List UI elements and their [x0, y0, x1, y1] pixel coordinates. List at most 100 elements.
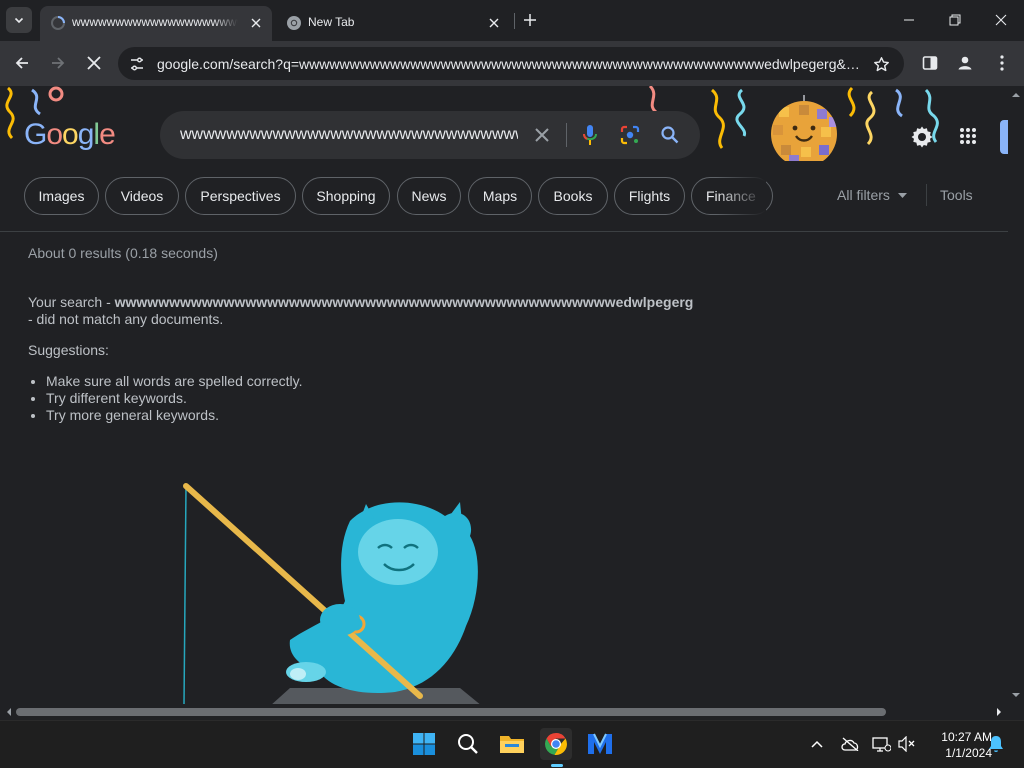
- new-tab-button[interactable]: [520, 10, 540, 30]
- file-explorer-icon: [500, 736, 524, 753]
- taskbar-clock[interactable]: 10:27 AM 1/1/2024: [918, 729, 992, 761]
- close-window-button[interactable]: [989, 8, 1013, 32]
- suggestions-title: Suggestions:: [28, 342, 109, 358]
- bookmark-star-button[interactable]: [870, 53, 892, 75]
- header-divider: [0, 231, 1008, 232]
- profile-icon: [958, 56, 972, 70]
- stop-loading-button[interactable]: [81, 50, 107, 76]
- scroll-down-arrow-icon[interactable]: [1008, 688, 1024, 702]
- chip-shopping[interactable]: Shopping: [302, 177, 390, 215]
- scroll-up-arrow-icon[interactable]: [1008, 88, 1024, 102]
- volume-muted-icon: [898, 736, 915, 752]
- clock-time: 10:27 AM: [941, 730, 992, 744]
- site-settings-icon[interactable]: [128, 55, 146, 73]
- chip-maps[interactable]: Maps: [468, 177, 532, 215]
- logo-letter: e: [99, 118, 116, 151]
- arrow-right-icon: [52, 57, 65, 69]
- suggestion-item: Try more general keywords.: [46, 407, 303, 424]
- tab-title: wwwwwwwwwwwwwwwwwwwwwwwwwwwwwwwwwwwwwwww…: [72, 15, 238, 29]
- tools-button[interactable]: Tools: [940, 187, 973, 203]
- search-input[interactable]: wwwwwwwwwwwwwwwwwwwwwwwwwwwwwwwwwwwwwwww…: [180, 126, 518, 144]
- restore-button[interactable]: [943, 8, 967, 32]
- restore-icon: [949, 14, 961, 26]
- browser-toolbar: google.com/search?q=wwwwwwwwwwwwwwwwwwww…: [0, 41, 1024, 86]
- chip-perspectives[interactable]: Perspectives: [185, 177, 296, 215]
- logo-letter: o: [46, 118, 63, 151]
- address-bar[interactable]: google.com/search?q=wwwwwwwwwwwwwwwwwwww…: [118, 47, 904, 80]
- disco-ball-doodle[interactable]: [771, 95, 837, 161]
- tab-active[interactable]: wwwwwwwwwwwwwwwwwwwwwwwwwwwwwwwwwwwwwwww…: [40, 6, 272, 41]
- horizontal-scroll-thumb[interactable]: [16, 708, 886, 716]
- result-stats: About 0 results (0.18 seconds): [28, 245, 218, 261]
- url-text[interactable]: google.com/search?q=wwwwwwwwwwwwwwwwwwww…: [157, 56, 862, 72]
- notifications-button[interactable]: [985, 733, 1007, 755]
- vertical-scrollbar[interactable]: [1008, 86, 1024, 704]
- no-results-message: Your search - wwwwwwwwwwwwwwwwwwwwwwwwww…: [28, 294, 698, 328]
- profile-button[interactable]: [952, 50, 978, 76]
- loading-spinner-icon: [50, 15, 66, 31]
- start-button[interactable]: [408, 728, 440, 760]
- settings-button[interactable]: [908, 123, 936, 151]
- search-icon: [661, 126, 679, 144]
- suggestion-item: Make sure all words are spelled correctl…: [46, 373, 303, 390]
- more-vertical-icon: [1000, 55, 1004, 71]
- scroll-right-arrow-icon[interactable]: [992, 704, 1006, 720]
- all-filters-button[interactable]: All filters: [837, 187, 907, 203]
- chip-images[interactable]: Images: [24, 177, 99, 215]
- chevron-down-icon: [14, 17, 24, 24]
- windows-taskbar: 10:27 AM 1/1/2024: [0, 720, 1024, 768]
- network-tray-button[interactable]: [870, 733, 892, 755]
- horizontal-scrollbar[interactable]: [0, 704, 1008, 720]
- google-logo[interactable]: Google: [24, 118, 116, 152]
- suggestions-list: Make sure all words are spelled correctl…: [46, 373, 303, 424]
- back-button[interactable]: [9, 50, 35, 76]
- onedrive-tray-button[interactable]: [839, 733, 861, 755]
- close-icon: [87, 56, 101, 70]
- fishing-yeti-illustration: [183, 483, 480, 704]
- tab-new-tab[interactable]: New Tab: [276, 6, 512, 41]
- close-icon: [489, 18, 499, 28]
- close-tab-button[interactable]: [484, 13, 504, 33]
- taskbar-search-button[interactable]: [452, 728, 484, 760]
- page-viewport: Google wwwwwwwwwwwwwwwwwwwwwwwwwwwwwwwww…: [0, 86, 1008, 704]
- tab-strip: wwwwwwwwwwwwwwwwwwwwwwwwwwwwwwwwwwwwwwww…: [0, 0, 1024, 41]
- close-tab-button[interactable]: [246, 13, 266, 33]
- chip-books[interactable]: Books: [538, 177, 608, 215]
- search-button[interactable]: [658, 123, 682, 147]
- no-results-term: wwwwwwwwwwwwwwwwwwwwwwwwwwwwwwwwwwwwwwww…: [114, 294, 694, 310]
- voice-search-button[interactable]: [578, 123, 602, 147]
- google-apps-button[interactable]: [955, 123, 981, 149]
- visual-studio-icon: [588, 733, 612, 754]
- minimize-button[interactable]: [897, 8, 921, 32]
- search-divider: [566, 123, 567, 147]
- clear-search-button[interactable]: [530, 123, 554, 147]
- sign-in-button[interactable]: [1000, 120, 1008, 154]
- scroll-left-arrow-icon[interactable]: [2, 704, 16, 720]
- clock-date: 1/1/2024: [945, 746, 992, 760]
- logo-letter: g: [77, 118, 95, 151]
- search-by-image-button[interactable]: [618, 123, 642, 147]
- gear-icon: [911, 126, 933, 148]
- all-filters-label: All filters: [837, 187, 890, 203]
- chip-flights[interactable]: Flights: [614, 177, 685, 215]
- chrome-icon: [286, 15, 302, 31]
- cloud-offline-icon: [841, 737, 859, 751]
- microphone-icon: [583, 125, 597, 145]
- search-box[interactable]: wwwwwwwwwwwwwwwwwwwwwwwwwwwwwwwwwwwwwwww…: [160, 111, 700, 159]
- logo-letter: G: [24, 118, 47, 151]
- network-icon: [872, 737, 891, 752]
- tab-search-button[interactable]: [6, 7, 32, 33]
- minimize-icon: [904, 19, 914, 21]
- volume-tray-button[interactable]: [896, 733, 918, 755]
- side-panel-button[interactable]: [917, 50, 943, 76]
- chrome-taskbar-button[interactable]: [540, 728, 572, 760]
- chip-news[interactable]: News: [397, 177, 461, 215]
- close-icon: [995, 14, 1007, 26]
- close-icon: [535, 128, 549, 142]
- show-hidden-icons-button[interactable]: [806, 733, 828, 755]
- chip-videos[interactable]: Videos: [105, 177, 179, 215]
- visual-studio-button[interactable]: [584, 728, 616, 760]
- file-explorer-button[interactable]: [496, 728, 528, 760]
- forward-button[interactable]: [45, 50, 71, 76]
- chrome-menu-button[interactable]: [989, 50, 1015, 76]
